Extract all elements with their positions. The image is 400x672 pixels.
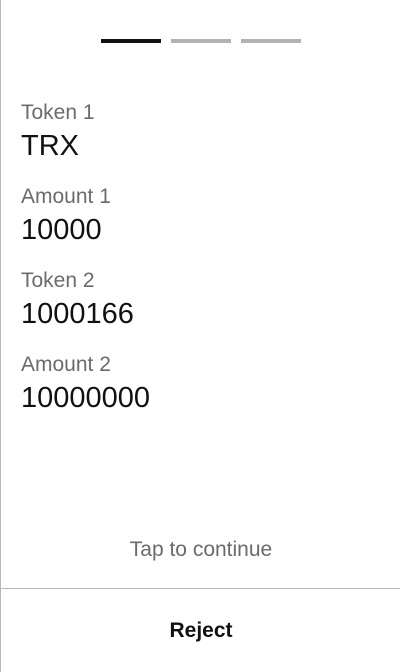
- field-token-2: Token 2 1000166: [21, 268, 380, 352]
- field-value: TRX: [21, 130, 79, 162]
- progress-step-2: [171, 39, 231, 43]
- field-value: 1000166: [21, 298, 134, 330]
- field-label: Amount 1: [21, 185, 111, 208]
- field-label: Amount 2: [21, 353, 111, 376]
- confirmation-screen: Token 1 TRX Amount 1 10000 Token 2 10001…: [0, 0, 400, 672]
- field-label: Token 2: [21, 269, 95, 292]
- step-progress-indicator: [101, 39, 301, 43]
- field-label: Token 1: [21, 101, 95, 124]
- progress-step-1: [101, 39, 161, 43]
- transaction-details: Token 1 TRX Amount 1 10000 Token 2 10001…: [21, 100, 380, 436]
- reject-button[interactable]: Reject: [1, 589, 400, 672]
- field-value: 10000: [21, 214, 102, 246]
- field-value: 10000000: [21, 382, 151, 414]
- progress-step-3: [241, 39, 301, 43]
- tap-to-continue-hint[interactable]: Tap to continue: [1, 536, 400, 564]
- field-token-1: Token 1 TRX: [21, 100, 380, 184]
- field-amount-2: Amount 2 10000000: [21, 352, 380, 436]
- field-amount-1: Amount 1 10000: [21, 184, 380, 268]
